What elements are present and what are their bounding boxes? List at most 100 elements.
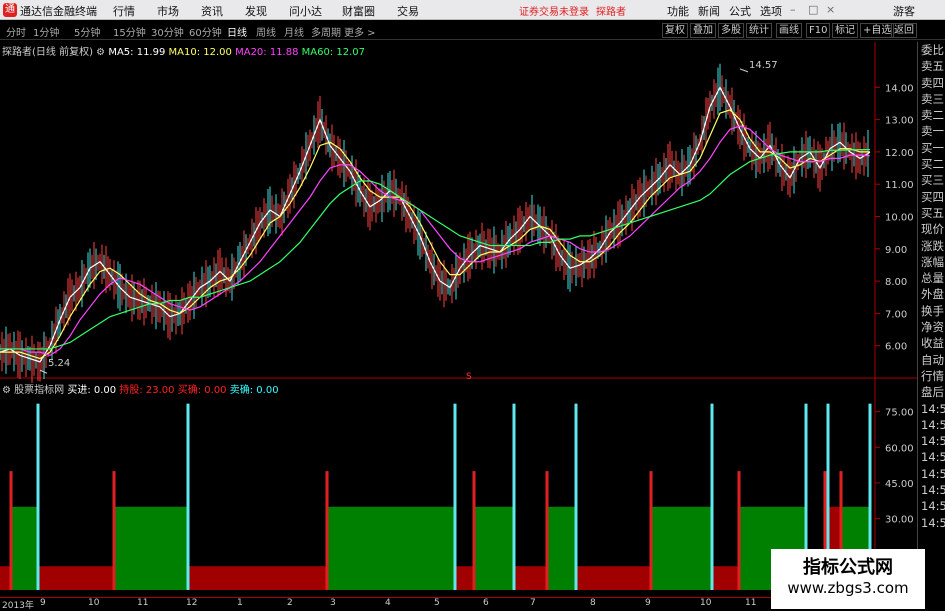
quote-panel: 委比 卖五 卖四 卖三 卖二 卖一 买一 买二 买三 买四 买五 现价 涨跌 涨幅 总量 外盘 换手 净资 收益 自动… [917,42,945,609]
indicator-bar-red [455,566,475,590]
indicator-bar-green [115,506,188,590]
x-axis-label: 3 [330,598,336,608]
indicator-bars [0,403,872,590]
x-axis-label: 4 [385,598,391,608]
x-axis-label: 2013年 [2,601,34,611]
quote-panel-item[interactable]: 买五 [918,205,945,221]
buy-spike [9,471,13,590]
ma60-label: MA60: 12.07 [301,47,366,58]
sell-spike [512,403,516,590]
quote-panel-item[interactable]: 净资 [918,319,945,335]
quote-panel-item[interactable]: 卖二 [918,107,945,123]
quote-panel-item[interactable]: 卖一 [918,123,945,139]
quote-panel-item[interactable]: 14:5 [918,498,945,514]
ma10-label: MA10: 12.00 [168,47,232,58]
indicator-bar-green [475,506,514,590]
x-axis: 2013年 9 10 11 12 1 2 3 4 5 6 7 8 9 10 11 [0,597,875,611]
settings-icon[interactable]: ⚙ [2,385,11,396]
chart-canvas[interactable]: 14.00 13.00 12.00 11.00 10.00 9.00 8.00 7.00 6.0… [0,0,945,609]
x-axis-label: 5 [434,598,440,608]
ind-y-tick-label: 75.00 [885,408,914,419]
x-axis-label: 11 [137,598,149,608]
indicator-bar-green [12,506,38,590]
quote-panel-item[interactable]: 卖三 [918,91,945,107]
quote-panel-item[interactable]: 买二 [918,156,945,172]
buy-spike [325,471,329,590]
sell-spike [453,403,457,590]
quote-panel-item[interactable]: 卖四 [918,75,945,91]
buy-spike [545,471,549,590]
x-axis-label: 9 [40,598,46,608]
sell-marker: S [466,372,472,382]
ind-y-tick-label: 30.00 [885,515,914,526]
y-tick-label: 6.00 [885,342,907,353]
quote-panel-item[interactable]: 14:5 [918,401,945,417]
quote-panel-item[interactable]: 换手 [918,303,945,319]
quote-panel-item[interactable]: 涨跌 [918,238,945,254]
x-axis-label: 10 [700,598,712,608]
quote-panel-item[interactable]: 买一 [918,140,945,156]
watermark-url: www.zbgs3.com [787,579,909,597]
buy-label: 买进: 0.00 [67,385,117,396]
quote-panel-item[interactable]: 14:5 [918,449,945,465]
hold-label: 持股: 23.00 [119,385,175,396]
quote-panel-item[interactable]: 14:5 [918,433,945,449]
quote-panel-item[interactable]: 行情 [918,368,945,384]
indicator-bar-green [548,506,576,590]
indicator-bar-red [38,566,115,590]
main-chart-ma-lines [0,63,871,383]
x-axis-label: 8 [590,598,596,608]
indicator-bar-green [328,506,455,590]
watermark: 指标公式网 www.zbgs3.com [771,549,925,609]
ind-y-tick-label: 60.00 [885,443,914,454]
quote-panel-item[interactable]: 盘后 [918,384,945,400]
high-price-label: 14.57 [749,60,778,71]
y-tick-label: 9.00 [885,245,907,256]
buy-confirm-label: 买确: 0.00 [177,385,227,396]
x-axis-label: 9 [645,598,651,608]
sell-spike [710,403,714,590]
sell-spike [36,403,40,590]
indicator-bar-red [514,566,548,590]
indicator-bar-red [576,566,652,590]
quote-panel-item[interactable]: 买三 [918,172,945,188]
x-axis-label: 2 [287,598,293,608]
watermark-title: 指标公式网 [803,557,893,578]
settings-icon[interactable]: ⚙ [96,47,105,58]
quote-panel-item[interactable]: 收益 [918,335,945,351]
y-tick-label: 8.00 [885,277,907,288]
sell-spike [186,403,190,590]
y-tick-label: 14.00 [885,83,914,94]
y-tick-label: 13.00 [885,116,914,127]
ma20-label: MA20: 11.88 [235,47,299,58]
x-axis-label: 1 [237,598,243,608]
x-axis-label: 11 [745,598,757,608]
indicator-bar-red [188,566,328,590]
quote-panel-item[interactable]: 卖五 [918,58,945,74]
buy-spike [472,471,476,590]
high-pointer [739,68,749,73]
buy-spike [649,471,653,590]
stock-label: 探路者(日线 前复权) [2,47,93,58]
quote-panel-item[interactable]: 委比 [918,42,945,58]
indicator-legend: ⚙ 股票指标网 买进: 0.00 持股: 23.00 买确: 0.00 卖确: … [2,381,279,396]
ma-line-ma20 [0,125,871,357]
low-price-label: 5.24 [48,358,70,369]
quote-panel-item[interactable]: 涨幅 [918,254,945,270]
x-axis-label: 7 [530,598,536,608]
indicator-bar-green [652,506,712,590]
quote-panel-item[interactable]: 外盘 [918,286,945,302]
quote-panel-item[interactable]: 自动 [918,352,945,368]
quote-panel-item[interactable]: 14:5 [918,466,945,482]
x-axis-label: 6 [483,598,489,608]
quote-panel-item[interactable]: 14:5 [918,515,945,531]
quote-panel-item[interactable]: 买四 [918,189,945,205]
y-tick-label: 12.00 [885,148,914,159]
y-tick-label: 10.00 [885,213,914,224]
ma-line-ma5 [0,85,871,363]
quote-panel-item[interactable]: 现价 [918,221,945,237]
quote-panel-item[interactable]: 14:5 [918,417,945,433]
quote-panel-item[interactable]: 14:5 [918,482,945,498]
quote-panel-item[interactable]: 总量 [918,270,945,286]
sell-spike [574,403,578,590]
